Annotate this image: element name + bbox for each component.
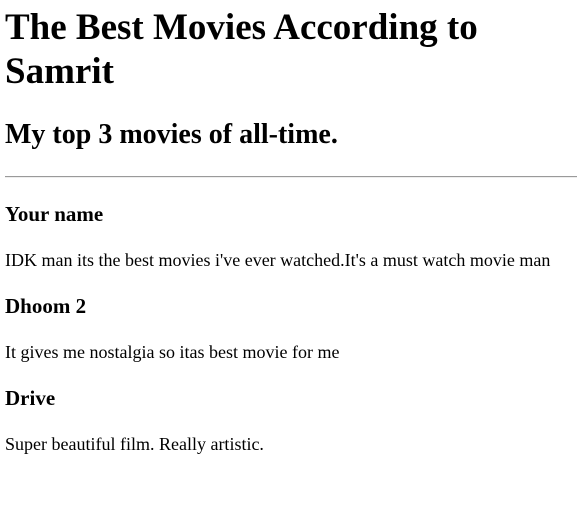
movie-title: Dhoom 2 <box>5 294 87 318</box>
movie-entry: Dhoom 2 It gives me nostalgia so itas be… <box>5 293 573 363</box>
page-content: The Best Movies According to Samrit My t… <box>0 6 577 455</box>
page-subtitle: My top 3 movies of all-time. <box>5 119 338 150</box>
movie-description: Super beautiful film. Really artistic. <box>5 434 264 454</box>
movie-description: It gives me nostalgia so itas best movie… <box>5 342 340 362</box>
movie-entry: Your name IDK man its the best movies i'… <box>5 201 573 271</box>
movie-description: IDK man its the best movies i've ever wa… <box>5 250 551 270</box>
movie-entry: Drive Super beautiful film. Really artis… <box>5 385 573 455</box>
movie-title: Drive <box>5 386 56 410</box>
divider <box>5 176 577 178</box>
movie-title: Your name <box>5 202 104 226</box>
page-title: The Best Movies According to Samrit <box>5 7 478 92</box>
